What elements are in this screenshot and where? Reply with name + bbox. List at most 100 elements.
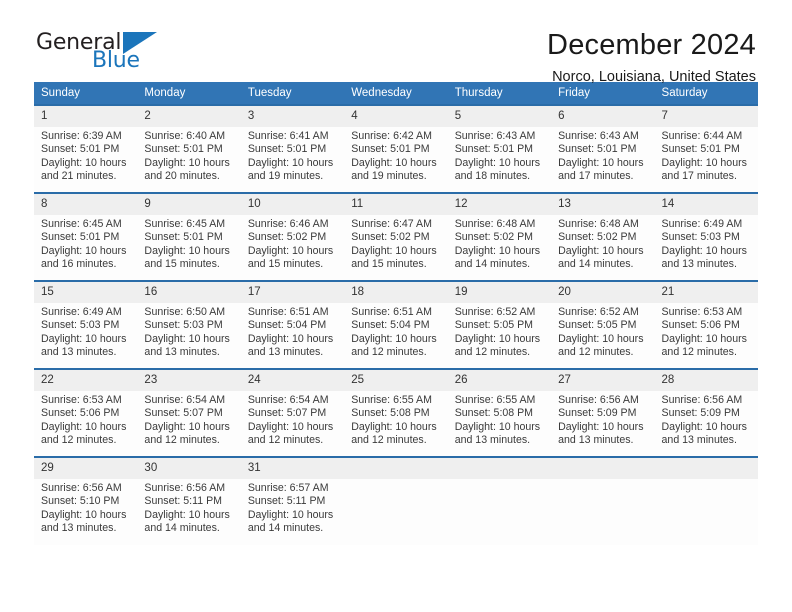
calendar-day-cell[interactable]: 26 Sunrise: 6:55 AM Sunset: 5:08 PM Dayligh… [447, 368, 552, 457]
sunset-time: Sunset: 5:06 PM [661, 319, 740, 332]
day-number: 27 [551, 370, 655, 391]
day-number [654, 458, 758, 479]
calendar-week-row: 1 Sunrise: 6:39 AM Sunset: 5:01 PM Daylight… [34, 104, 758, 193]
sunrise-time: Sunrise: 6:43 AM [454, 130, 536, 142]
calendar-day-cell[interactable]: 18 Sunrise: 6:51 AM Sunset: 5:04 PM Dayligh… [344, 280, 448, 369]
calendar-day-cell[interactable]: 25 Sunrise: 6:55 AM Sunset: 5:08 PM Dayligh… [344, 368, 448, 457]
daylight-duration-line2: and 19 minutes. [247, 170, 324, 183]
calendar-day-cell-empty [654, 456, 758, 545]
sunset-time: Sunset: 5:11 PM [144, 495, 222, 508]
daylight-duration-line1: Daylight: 10 hours [247, 508, 334, 521]
calendar-day-cell-empty [344, 456, 448, 545]
day-sun-info: Sunrise: 6:52 AM Sunset: 5:05 PM Daylight:… [448, 303, 551, 360]
calendar-day-cell[interactable]: 22 Sunrise: 6:53 AM Sunset: 5:06 PM Dayligh… [34, 368, 138, 457]
day-sun-info: Sunrise: 6:50 AM Sunset: 5:03 PM Daylight:… [137, 303, 240, 360]
daylight-duration-line2: and 15 minutes. [247, 258, 324, 271]
day-sun-info: Sunrise: 6:51 AM Sunset: 5:04 PM Daylight:… [241, 303, 344, 360]
calendar-day-cell[interactable]: 23 Sunrise: 6:54 AM Sunset: 5:07 PM Dayligh… [137, 368, 241, 457]
sunrise-time: Sunrise: 6:39 AM [41, 130, 122, 142]
calendar-day-cell[interactable]: 7 Sunrise: 6:44 AM Sunset: 5:01 PM Daylight… [654, 104, 758, 193]
calendar-day-cell[interactable]: 10 Sunrise: 6:46 AM Sunset: 5:02 PM Dayligh… [240, 192, 345, 281]
daylight-duration-line2: and 12 minutes. [558, 346, 634, 359]
day-sun-info: Sunrise: 6:54 AM Sunset: 5:07 PM Daylight:… [137, 391, 240, 448]
daylight-duration-line2: and 12 minutes. [41, 434, 117, 447]
calendar-week-row: 22 Sunrise: 6:53 AM Sunset: 5:06 PM Dayligh… [34, 368, 758, 457]
sunrise-time: Sunrise: 6:56 AM [661, 394, 743, 406]
calendar-day-cell[interactable]: 17 Sunrise: 6:51 AM Sunset: 5:04 PM Dayligh… [240, 280, 345, 369]
daylight-duration-line2: and 17 minutes. [661, 170, 737, 183]
calendar-day-cell[interactable]: 9 Sunrise: 6:45 AM Sunset: 5:01 PM Daylight… [137, 192, 241, 281]
daylight-duration-line1: Daylight: 10 hours [454, 332, 541, 345]
day-sun-info: Sunrise: 6:47 AM Sunset: 5:02 PM Daylight:… [344, 215, 447, 272]
calendar-day-cell[interactable]: 2 Sunrise: 6:40 AM Sunset: 5:01 PM Daylight… [137, 104, 241, 193]
calendar-day-cell[interactable]: 3 Sunrise: 6:41 AM Sunset: 5:01 PM Daylight… [240, 104, 345, 193]
day-number: 31 [240, 458, 345, 479]
day-sun-info: Sunrise: 6:48 AM Sunset: 5:02 PM Daylight:… [551, 215, 654, 272]
sunset-time: Sunset: 5:02 PM [558, 231, 637, 244]
calendar-day-cell[interactable]: 31 Sunrise: 6:57 AM Sunset: 5:11 PM Dayligh… [240, 456, 345, 545]
day-number: 5 [447, 106, 552, 127]
calendar-day-cell[interactable]: 1 Sunrise: 6:39 AM Sunset: 5:01 PM Daylight… [34, 104, 138, 193]
day-sun-info: Sunrise: 6:43 AM Sunset: 5:01 PM Daylight:… [448, 127, 551, 184]
day-number: 13 [551, 194, 655, 215]
calendar-day-cell-empty [447, 456, 552, 545]
day-number: 7 [654, 106, 758, 127]
day-number: 17 [240, 282, 345, 303]
daylight-duration-line2: and 20 minutes. [144, 170, 220, 183]
day-sun-info: Sunrise: 6:53 AM Sunset: 5:06 PM Daylight:… [655, 303, 758, 360]
day-number [344, 458, 448, 479]
calendar-day-cell[interactable]: 5 Sunrise: 6:43 AM Sunset: 5:01 PM Daylight… [447, 104, 552, 193]
day-sun-info: Sunrise: 6:56 AM Sunset: 5:11 PM Daylight:… [137, 479, 240, 536]
calendar-day-cell-empty [551, 456, 655, 545]
calendar-day-cell[interactable]: 15 Sunrise: 6:49 AM Sunset: 5:03 PM Dayligh… [34, 280, 138, 369]
calendar-day-cell[interactable]: 12 Sunrise: 6:48 AM Sunset: 5:02 PM Dayligh… [447, 192, 552, 281]
calendar-day-cell[interactable]: 6 Sunrise: 6:43 AM Sunset: 5:01 PM Daylight… [551, 104, 655, 193]
day-sun-info: Sunrise: 6:56 AM Sunset: 5:09 PM Daylight:… [655, 391, 758, 448]
daylight-duration-line2: and 17 minutes. [558, 170, 634, 183]
sunrise-time: Sunrise: 6:47 AM [351, 218, 432, 230]
calendar-day-cell[interactable]: 4 Sunrise: 6:42 AM Sunset: 5:01 PM Daylight… [344, 104, 448, 193]
calendar-day-cell[interactable]: 16 Sunrise: 6:50 AM Sunset: 5:03 PM Dayligh… [137, 280, 241, 369]
day-sun-info: Sunrise: 6:52 AM Sunset: 5:05 PM Daylight:… [551, 303, 654, 360]
day-sun-info: Sunrise: 6:46 AM Sunset: 5:02 PM Daylight:… [241, 215, 344, 272]
sunset-time: Sunset: 5:01 PM [661, 143, 740, 156]
daylight-duration-line2: and 16 minutes. [41, 258, 117, 271]
sunrise-time: Sunrise: 6:49 AM [661, 218, 743, 230]
day-sun-info [551, 479, 654, 482]
calendar-day-cell[interactable]: 27 Sunrise: 6:56 AM Sunset: 5:09 PM Dayligh… [551, 368, 655, 457]
daylight-duration-line1: Daylight: 10 hours [144, 420, 230, 433]
calendar-page: General Blue December 2024 Norco, Louisi… [0, 0, 792, 612]
daylight-duration-line2: and 13 minutes. [454, 434, 531, 447]
page-header: General Blue December 2024 Norco, Louisi… [34, 0, 758, 85]
calendar-day-cell[interactable]: 13 Sunrise: 6:48 AM Sunset: 5:02 PM Dayligh… [551, 192, 655, 281]
calendar-day-cell[interactable]: 14 Sunrise: 6:49 AM Sunset: 5:03 PM Dayligh… [654, 192, 758, 281]
calendar-day-cell[interactable]: 28 Sunrise: 6:56 AM Sunset: 5:09 PM Dayligh… [654, 368, 758, 457]
day-sun-info: Sunrise: 6:54 AM Sunset: 5:07 PM Daylight:… [241, 391, 344, 448]
daylight-duration-line2: and 21 minutes. [41, 170, 117, 183]
sunrise-time: Sunrise: 6:56 AM [558, 394, 639, 406]
daylight-duration-line1: Daylight: 10 hours [454, 244, 541, 257]
calendar-day-cell[interactable]: 11 Sunrise: 6:47 AM Sunset: 5:02 PM Dayligh… [344, 192, 448, 281]
calendar-day-cell[interactable]: 19 Sunrise: 6:52 AM Sunset: 5:05 PM Dayligh… [447, 280, 552, 369]
sunrise-time: Sunrise: 6:42 AM [351, 130, 432, 142]
daylight-duration-line2: and 15 minutes. [144, 258, 220, 271]
sunset-time: Sunset: 5:04 PM [351, 319, 430, 332]
location-subtitle: Norco, Louisiana, United States [552, 69, 756, 85]
sunrise-sunset-calendar: Sunday Monday Tuesday Wednesday Thursday… [34, 82, 758, 545]
calendar-day-cell[interactable]: 30 Sunrise: 6:56 AM Sunset: 5:11 PM Dayligh… [137, 456, 241, 545]
sunrise-time: Sunrise: 6:54 AM [247, 394, 329, 406]
calendar-day-cell[interactable]: 20 Sunrise: 6:52 AM Sunset: 5:05 PM Dayligh… [551, 280, 655, 369]
weekday-header-sunday: Sunday [34, 82, 138, 105]
day-sun-info: Sunrise: 6:56 AM Sunset: 5:09 PM Daylight:… [551, 391, 654, 448]
calendar-day-cell[interactable]: 29 Sunrise: 6:56 AM Sunset: 5:10 PM Dayligh… [34, 456, 138, 545]
daylight-duration-line1: Daylight: 10 hours [454, 156, 541, 169]
sunset-time: Sunset: 5:02 PM [351, 231, 430, 244]
day-number: 25 [344, 370, 448, 391]
calendar-day-cell[interactable]: 21 Sunrise: 6:53 AM Sunset: 5:06 PM Dayligh… [654, 280, 758, 369]
general-blue-logo[interactable]: General Blue [34, 28, 164, 76]
daylight-duration-line1: Daylight: 10 hours [351, 420, 437, 433]
sunset-time: Sunset: 5:09 PM [661, 407, 740, 420]
sunset-time: Sunset: 5:10 PM [41, 495, 120, 508]
calendar-day-cell[interactable]: 8 Sunrise: 6:45 AM Sunset: 5:01 PM Daylight… [34, 192, 138, 281]
calendar-day-cell[interactable]: 24 Sunrise: 6:54 AM Sunset: 5:07 PM Dayligh… [240, 368, 345, 457]
